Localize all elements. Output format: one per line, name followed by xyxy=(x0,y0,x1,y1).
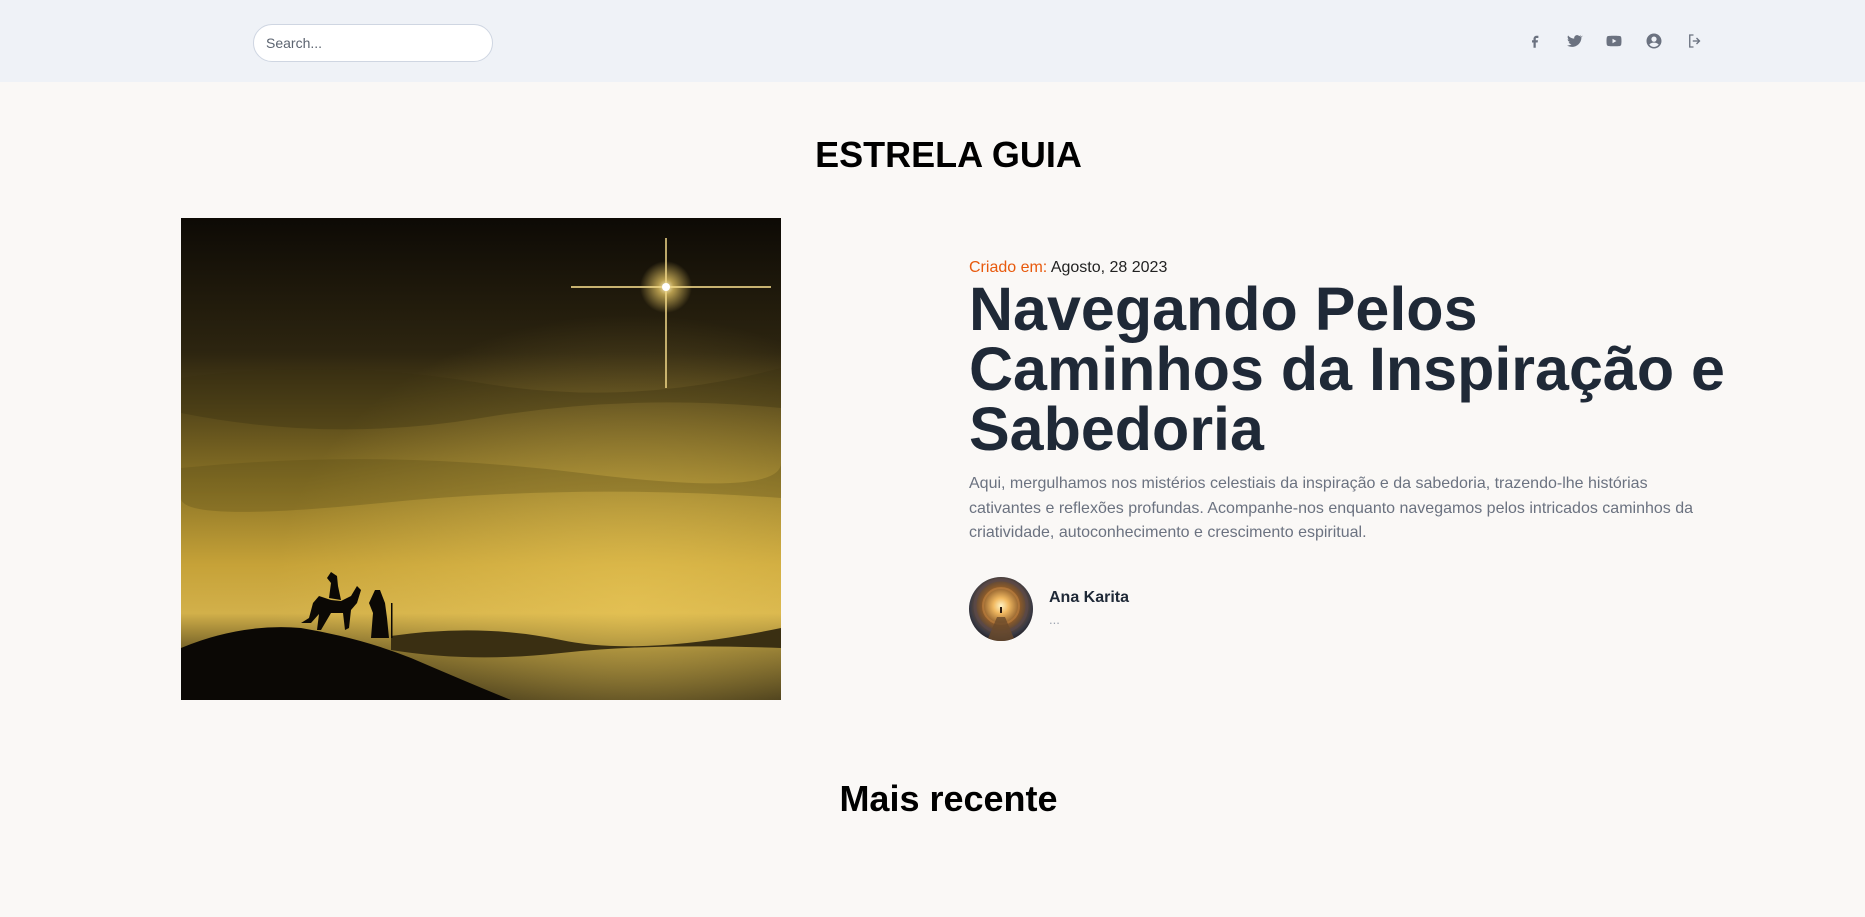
author-avatar[interactable] xyxy=(969,577,1033,641)
author-name[interactable]: Ana Karita xyxy=(1049,589,1129,607)
recent-section-heading: Mais recente xyxy=(839,778,1058,819)
created-label: Criado em: xyxy=(969,259,1048,276)
user-circle-icon xyxy=(1646,33,1662,49)
twitter-icon xyxy=(1567,35,1583,47)
top-navigation-bar xyxy=(0,0,1865,82)
facebook-link[interactable] xyxy=(1523,29,1547,53)
nativity-silhouette-illustration xyxy=(181,218,781,700)
twitter-link[interactable] xyxy=(1562,29,1586,53)
featured-post-image[interactable] xyxy=(181,218,781,700)
youtube-link[interactable] xyxy=(1602,29,1626,53)
post-date: Agosto, 28 2023 xyxy=(1050,259,1168,276)
profile-link[interactable] xyxy=(1642,29,1666,53)
author-bio: ... xyxy=(1049,612,1060,627)
youtube-icon xyxy=(1606,35,1622,47)
search-input[interactable] xyxy=(253,24,493,62)
featured-post-title[interactable]: Navegando Pelos Caminhos da Inspiração e… xyxy=(969,279,1749,460)
logout-icon xyxy=(1689,34,1701,48)
avatar-portal-image xyxy=(969,577,1033,641)
site-title: ESTRELA GUIA xyxy=(815,134,1082,175)
featured-post-excerpt: Aqui, mergulhamos nos mistérios celestia… xyxy=(969,475,1694,541)
facebook-icon xyxy=(1532,35,1539,48)
logout-link[interactable] xyxy=(1683,29,1707,53)
